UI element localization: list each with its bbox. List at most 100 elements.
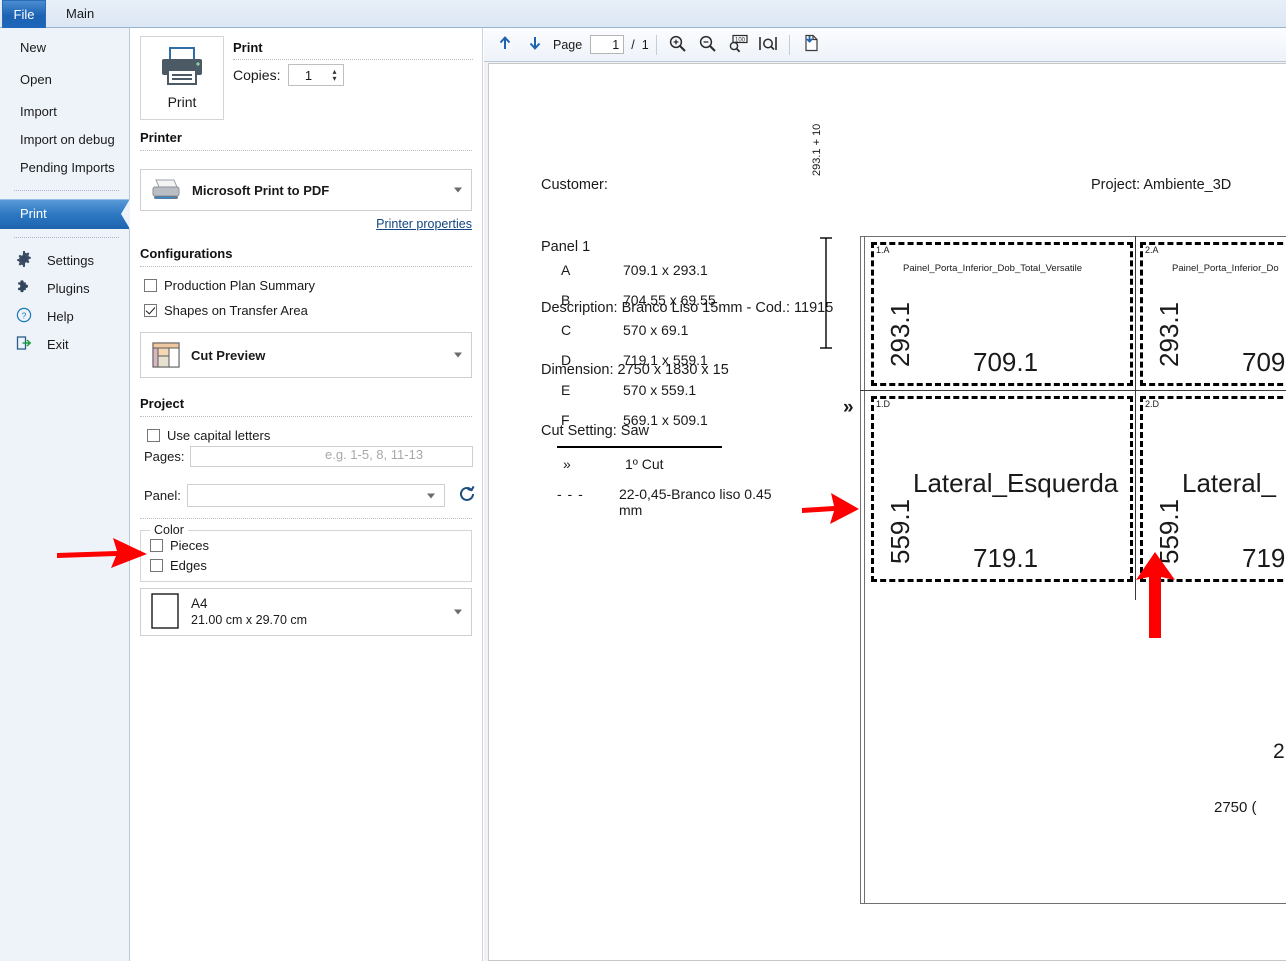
chevron-down-icon[interactable] <box>454 352 462 358</box>
divider <box>140 416 472 417</box>
arrow-down-icon <box>526 34 544 55</box>
print-preview-pane: Page 1 / 1 100 Customer: Panel 1 Descrip… <box>484 28 1286 961</box>
backstage-nav: New Open Import Import on debug Pending … <box>0 28 130 961</box>
sidebar-item-plugins[interactable]: Plugins <box>0 274 129 302</box>
panel-inner-edge <box>864 236 865 904</box>
toolbar-divider <box>655 34 657 55</box>
page-number-input[interactable]: 1 <box>590 35 625 54</box>
fit-page-button[interactable] <box>754 31 782 59</box>
piece-label-2D: 2.D <box>1145 399 1160 409</box>
prev-page-button[interactable] <box>491 31 519 59</box>
sidebar-item-label: Import <box>20 104 57 119</box>
legend-key: B <box>561 292 571 308</box>
piece-name-2A: Painel_Porta_Inferior_Do <box>1172 263 1279 274</box>
panel-select[interactable] <box>186 484 445 507</box>
sidebar-item-exit[interactable]: Exit <box>0 330 129 358</box>
exit-door-icon <box>16 335 34 354</box>
legend-value: 704.55 x 69.55 <box>623 292 716 308</box>
zoom-in-button[interactable] <box>664 31 692 59</box>
print-button[interactable]: Print <box>140 36 224 120</box>
copies-stepper[interactable]: 1 ▴ ▾ <box>288 64 345 86</box>
svg-text:?: ? <box>22 310 27 320</box>
first-cut-marker: » <box>843 397 854 418</box>
legend-key: D <box>561 352 572 368</box>
next-page-button[interactable] <box>521 31 549 59</box>
chevron-down-icon[interactable] <box>426 493 435 498</box>
checkbox-color-pieces[interactable]: Pieces <box>150 538 209 553</box>
tab-file[interactable]: File <box>2 0 46 28</box>
printer-icon <box>158 46 206 91</box>
checkbox-box[interactable] <box>144 279 157 292</box>
copies-value: 1 <box>304 67 313 83</box>
zoom-100-button[interactable]: 100 <box>724 31 752 59</box>
small-printer-icon <box>149 177 183 203</box>
legend-value: 719.1 x 559.1 <box>623 352 708 368</box>
zoom-out-button[interactable] <box>694 31 722 59</box>
copies-label: Copies: <box>233 67 281 83</box>
report-type-select[interactable]: Cut Preview <box>140 332 472 378</box>
legend-key: A <box>561 262 571 278</box>
export-document-button[interactable] <box>797 31 825 59</box>
page-label: Page <box>553 37 583 52</box>
pages-input[interactable] <box>190 446 474 467</box>
sidebar-item-label: Open <box>20 72 52 87</box>
legend-row: B 704.55 x 69.55 <box>549 292 779 322</box>
printer-select[interactable]: Microsoft Print to PDF <box>140 169 472 211</box>
piece-height-2A: 293.1 <box>1154 301 1184 367</box>
tab-main[interactable]: Main <box>52 0 108 28</box>
piece-width-1A: 709.1 <box>973 347 1039 377</box>
application-window: File Main New Open Import Import on debu… <box>0 0 1286 961</box>
header-line: Panel 1 <box>541 238 591 255</box>
divider <box>140 150 472 151</box>
print-button-label: Print <box>167 94 197 110</box>
pages-label: Pages: <box>144 449 185 464</box>
piece-name-1A: Painel_Porta_Inferior_Dob_Total_Versatil… <box>903 263 1083 274</box>
legend-row: D 719.1 x 559.1 <box>549 352 779 382</box>
legend-key: C <box>561 322 572 338</box>
zoom-out-icon <box>698 34 717 56</box>
paper-size-name: A4 <box>191 596 208 611</box>
paper-size-dims: 21.00 cm x 29.70 cm <box>191 613 308 627</box>
chevron-down-icon[interactable] <box>454 609 462 615</box>
checkbox-use-capital-letters[interactable]: Use capital letters <box>147 428 270 443</box>
sidebar-item-label: Help <box>47 308 74 324</box>
sidebar-item-help[interactable]: ? Help <box>0 302 129 330</box>
refresh-icon[interactable] <box>457 484 477 507</box>
piece-width-1D: 719.1 <box>973 543 1039 573</box>
sidebar-item-import-on-debug[interactable]: Import on debug <box>0 126 129 154</box>
checkbox-label: Production Plan Summary <box>164 278 316 293</box>
sidebar-item-import[interactable]: Import <box>0 98 129 126</box>
piece-legend: A 709.1 x 293.1 B 704.55 x 69.55 C 570 x… <box>549 262 779 518</box>
question-circle-icon: ? <box>16 307 34 326</box>
chevron-down-icon[interactable] <box>454 187 462 193</box>
sidebar-item-settings[interactable]: Settings <box>0 246 129 274</box>
divider <box>140 266 472 267</box>
legend-key: E <box>561 382 571 398</box>
color-groupbox: Color Pieces Edges <box>140 523 472 582</box>
checkbox-shapes-on-transfer-area[interactable]: Shapes on Transfer Area <box>144 303 308 318</box>
legend-key: - - - <box>557 486 584 502</box>
piece-name-1D: Lateral_Esquerda <box>913 468 1119 498</box>
checkbox-color-edges[interactable]: Edges <box>150 558 207 573</box>
print-group-title: Print <box>233 40 263 55</box>
checkbox-box[interactable] <box>147 429 160 442</box>
printer-properties-link[interactable]: Printer properties <box>376 217 472 231</box>
puzzle-icon <box>16 279 34 298</box>
checkbox-box[interactable] <box>150 539 163 552</box>
checkbox-production-plan-summary[interactable]: Production Plan Summary <box>144 278 315 293</box>
checkbox-box[interactable] <box>144 304 157 317</box>
sidebar-item-open[interactable]: Open <box>0 66 129 94</box>
paper-size-select[interactable]: A4 21.00 cm x 29.70 cm <box>140 588 472 636</box>
sidebar-item-print[interactable]: Print <box>0 199 130 229</box>
configurations-section-title: Configurations <box>140 246 233 261</box>
sidebar-item-pending-imports[interactable]: Pending Imports <box>0 154 129 182</box>
stepper-arrows-icon[interactable]: ▴ ▾ <box>327 68 343 83</box>
checkbox-label: Use capital letters <box>167 428 271 443</box>
piece-width-2A: 709. <box>1242 347 1286 377</box>
piece-label-2A: 2.A <box>1145 245 1159 255</box>
cut-preview-icon <box>151 340 181 370</box>
sidebar-item-new[interactable]: New <box>0 34 129 62</box>
checkbox-box[interactable] <box>150 559 163 572</box>
checkbox-label: Pieces <box>170 538 210 553</box>
zoom-100-icon: 100 <box>728 34 748 56</box>
